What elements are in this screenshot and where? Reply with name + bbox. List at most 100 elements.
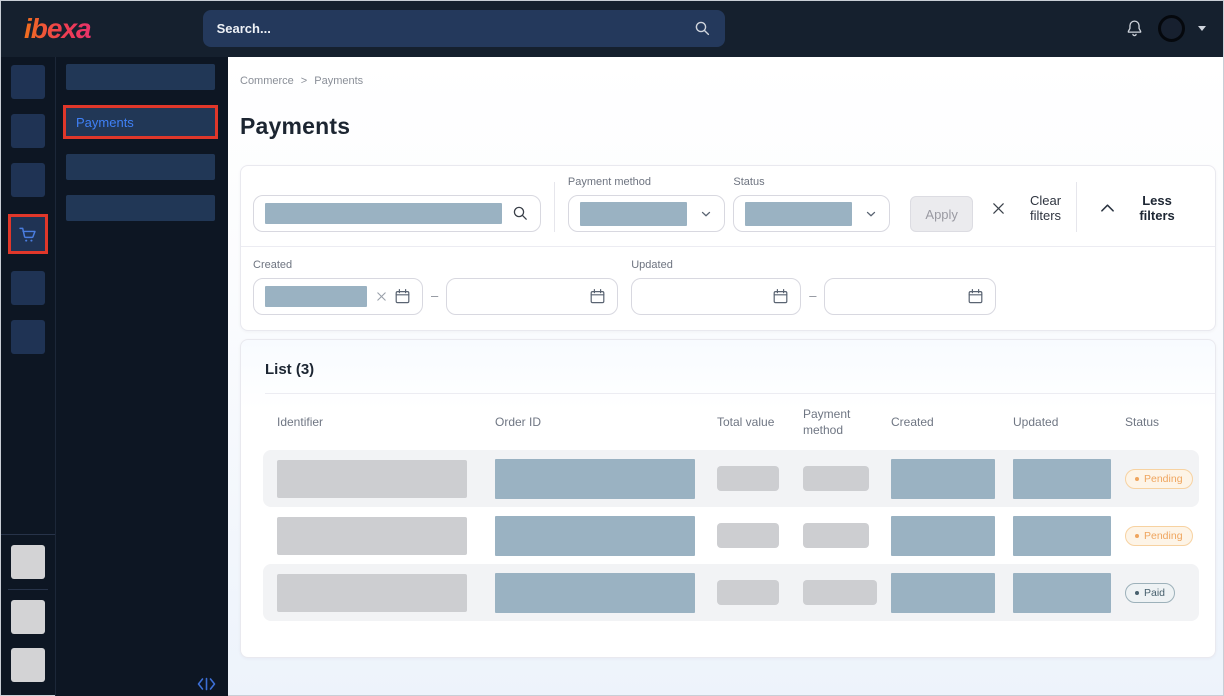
search-icon[interactable] bbox=[694, 20, 711, 37]
apply-button[interactable]: Apply bbox=[910, 196, 973, 232]
page-title: Payments bbox=[240, 113, 1216, 140]
col-header-payment-method: Payment method bbox=[789, 406, 877, 438]
payment-method-label: Payment method bbox=[568, 176, 725, 188]
created-to-date-input[interactable] bbox=[446, 278, 618, 315]
order-id-placeholder bbox=[495, 573, 695, 613]
ibexa-logo[interactable]: ibexa bbox=[24, 13, 91, 45]
calendar-icon[interactable] bbox=[772, 288, 789, 305]
status-badge: Pending bbox=[1125, 469, 1193, 489]
col-header-order-id: Order ID bbox=[481, 414, 703, 430]
status-label: Status bbox=[733, 176, 890, 188]
global-search-input[interactable] bbox=[217, 21, 694, 36]
payment-method-placeholder bbox=[803, 466, 869, 491]
notifications-bell-icon[interactable] bbox=[1124, 18, 1145, 40]
created-from-date-input[interactable] bbox=[253, 278, 423, 315]
col-header-status: Status bbox=[1111, 414, 1199, 430]
main-content: Commerce > Payments Payments Payment bbox=[228, 57, 1224, 696]
status-badge: Pending bbox=[1125, 526, 1193, 546]
chevron-down-icon bbox=[864, 207, 878, 221]
less-filters-label: Less filters bbox=[1125, 193, 1189, 223]
list-search-field[interactable] bbox=[253, 195, 541, 232]
updated-placeholder bbox=[1013, 516, 1111, 556]
total-value-placeholder bbox=[717, 523, 779, 548]
status-dot bbox=[1135, 534, 1139, 538]
rail-bottom-item-2[interactable] bbox=[11, 600, 45, 634]
breadcrumb-commerce[interactable]: Commerce bbox=[240, 75, 294, 87]
updated-from-date-input[interactable] bbox=[631, 278, 801, 315]
payment-method-placeholder bbox=[803, 523, 869, 548]
status-value-placeholder bbox=[745, 202, 852, 226]
rail-item-2[interactable] bbox=[11, 114, 45, 148]
rail-item-1[interactable] bbox=[11, 65, 45, 99]
status-badge: Paid bbox=[1125, 583, 1175, 603]
table-row[interactable]: Paid bbox=[263, 564, 1199, 621]
identifier-placeholder bbox=[277, 460, 467, 498]
date-value-placeholder bbox=[265, 286, 367, 307]
rail-item-commerce-active[interactable] bbox=[8, 214, 48, 254]
table-row[interactable]: Pending bbox=[263, 450, 1199, 507]
list-heading: List (3) bbox=[241, 340, 1215, 393]
table-row[interactable]: Pending bbox=[263, 507, 1199, 564]
clear-x-icon bbox=[991, 201, 1006, 216]
rail-bottom-item-3[interactable] bbox=[11, 648, 45, 682]
topbar-right-controls bbox=[1124, 15, 1206, 42]
subnav-item-1[interactable] bbox=[66, 64, 215, 90]
user-avatar[interactable] bbox=[1158, 15, 1185, 42]
main-icon-rail bbox=[0, 57, 55, 696]
rail-item-6[interactable] bbox=[11, 320, 45, 354]
commerce-subnav: Payments bbox=[55, 57, 228, 696]
payments-list-panel: List (3) Identifier Order ID Total value… bbox=[240, 339, 1216, 658]
rail-item-5[interactable] bbox=[11, 271, 45, 305]
rail-divider bbox=[8, 589, 48, 590]
updated-to-date-input[interactable] bbox=[824, 278, 996, 315]
subnav-item-4[interactable] bbox=[66, 195, 215, 221]
clear-date-x-icon[interactable] bbox=[376, 291, 387, 302]
top-bar: ibexa bbox=[0, 0, 1224, 57]
calendar-icon[interactable] bbox=[394, 288, 411, 305]
col-header-updated: Updated bbox=[999, 414, 1111, 430]
user-menu-caret-icon[interactable] bbox=[1198, 26, 1206, 31]
shopping-cart-icon bbox=[17, 224, 38, 245]
table-body: Pending Pe bbox=[241, 450, 1215, 621]
collapse-subnav-icon[interactable] bbox=[197, 677, 216, 691]
chevron-up-icon bbox=[1100, 203, 1115, 213]
calendar-icon[interactable] bbox=[589, 288, 606, 305]
status-text: Pending bbox=[1144, 473, 1183, 485]
global-search[interactable] bbox=[203, 10, 725, 47]
payment-method-select[interactable] bbox=[568, 195, 725, 232]
created-placeholder bbox=[891, 459, 995, 499]
date-range-dash: – bbox=[431, 288, 438, 305]
order-id-placeholder bbox=[495, 459, 695, 499]
search-value-placeholder bbox=[265, 203, 502, 224]
clear-filters-button[interactable]: Clear filters bbox=[991, 193, 1076, 223]
status-select[interactable] bbox=[733, 195, 890, 232]
calendar-icon[interactable] bbox=[967, 288, 984, 305]
updated-label: Updated bbox=[631, 259, 996, 271]
payment-method-placeholder bbox=[803, 580, 877, 605]
status-text: Paid bbox=[1144, 587, 1165, 599]
col-header-created: Created bbox=[877, 414, 999, 430]
table-header-row: Identifier Order ID Total value Payment … bbox=[241, 394, 1215, 450]
filters-panel: Payment method Status bbox=[240, 165, 1216, 331]
created-placeholder bbox=[891, 516, 995, 556]
breadcrumb-payments[interactable]: Payments bbox=[314, 75, 363, 87]
order-id-placeholder bbox=[495, 516, 695, 556]
rail-bottom-item-1[interactable] bbox=[11, 545, 45, 579]
subnav-item-3[interactable] bbox=[66, 154, 215, 180]
date-range-dash: – bbox=[809, 288, 816, 305]
rail-item-3[interactable] bbox=[11, 163, 45, 197]
subnav-item-payments-active[interactable]: Payments bbox=[63, 105, 218, 139]
updated-placeholder bbox=[1013, 459, 1111, 499]
created-placeholder bbox=[891, 573, 995, 613]
status-dot bbox=[1135, 477, 1139, 481]
less-filters-button[interactable]: Less filters bbox=[1100, 193, 1189, 223]
rail-bottom-group bbox=[0, 534, 55, 696]
breadcrumb: Commerce > Payments bbox=[240, 75, 1216, 87]
search-icon[interactable] bbox=[512, 205, 529, 222]
filter-divider bbox=[554, 182, 555, 232]
payment-method-value-placeholder bbox=[580, 202, 687, 226]
chevron-down-icon bbox=[699, 207, 713, 221]
status-dot bbox=[1135, 591, 1139, 595]
updated-placeholder bbox=[1013, 573, 1111, 613]
total-value-placeholder bbox=[717, 580, 779, 605]
